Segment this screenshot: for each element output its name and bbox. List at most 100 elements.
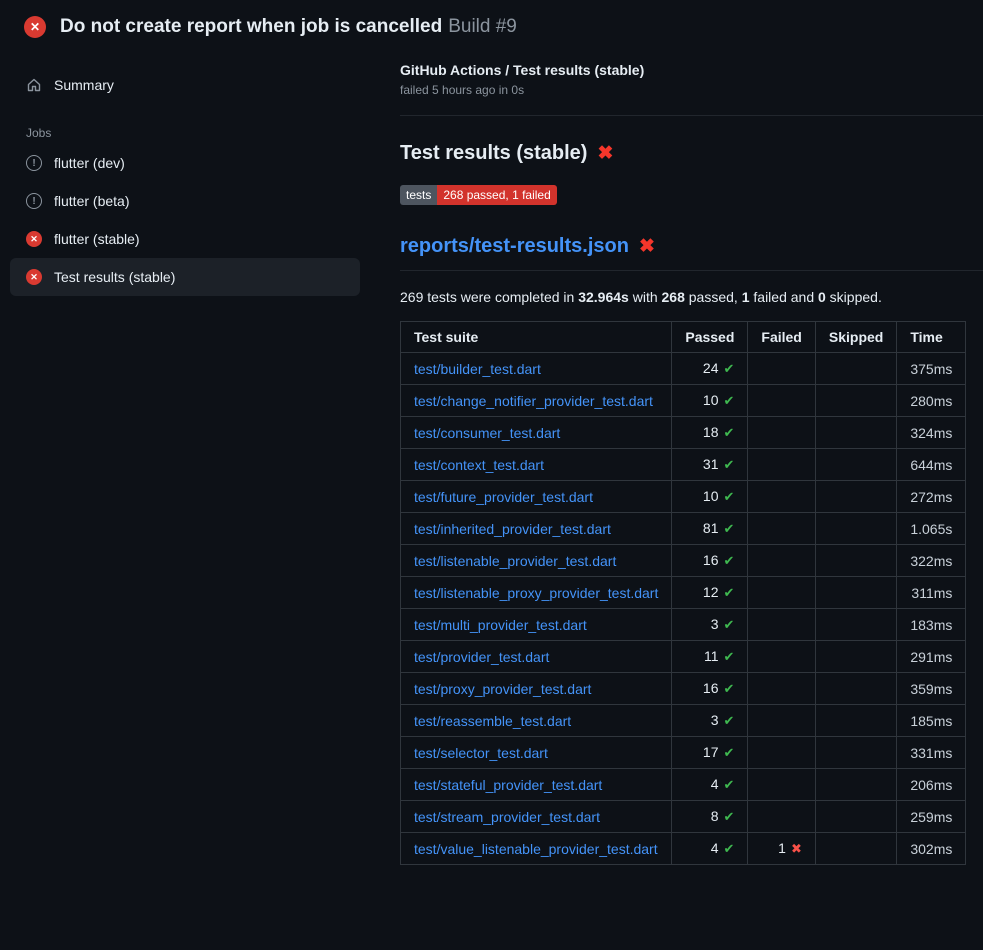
passed-cell: 4✔ (672, 769, 748, 801)
test-suite-link[interactable]: test/value_listenable_provider_test.dart (414, 841, 658, 857)
test-suite-link[interactable]: test/listenable_proxy_provider_test.dart (414, 585, 658, 601)
failed-cell (748, 769, 815, 801)
table-row: test/context_test.dart31✔644ms (401, 449, 966, 481)
page-title: Do not create report when job is cancell… (60, 16, 442, 37)
neutral-status-icon (26, 193, 42, 209)
time-cell: 331ms (897, 737, 966, 769)
test-suite-link[interactable]: test/listenable_provider_test.dart (414, 553, 616, 569)
suite-cell: test/listenable_provider_test.dart (401, 545, 672, 577)
passed-count: 3 (711, 712, 719, 728)
time-cell: 259ms (897, 801, 966, 833)
test-suite-link[interactable]: test/consumer_test.dart (414, 425, 560, 441)
sidebar-item-flutter-dev[interactable]: flutter (dev) (10, 144, 360, 182)
failed-status-icon (26, 231, 42, 247)
main-content: GitHub Actions / Test results (stable) f… (400, 48, 983, 885)
passed-cell: 4✔ (672, 833, 748, 865)
suite-cell: test/proxy_provider_test.dart (401, 673, 672, 705)
passed-cell: 16✔ (672, 545, 748, 577)
test-suite-link[interactable]: test/reassemble_test.dart (414, 713, 571, 729)
check-icon: ✔ (724, 809, 735, 824)
suite-cell: test/builder_test.dart (401, 353, 672, 385)
table-row: test/value_listenable_provider_test.dart… (401, 833, 966, 865)
skipped-cell (815, 833, 896, 865)
test-suite-link[interactable]: test/proxy_provider_test.dart (414, 681, 591, 697)
check-icon: ✔ (724, 361, 735, 376)
check-icon: ✔ (724, 585, 735, 600)
failed-cell: 1✖ (748, 833, 815, 865)
check-icon: ✔ (724, 841, 735, 856)
test-suite-link[interactable]: test/stateful_provider_test.dart (414, 777, 602, 793)
table-row: test/listenable_provider_test.dart16✔322… (401, 545, 966, 577)
summary-skipped-count: 0 (818, 289, 826, 305)
time-cell: 272ms (897, 481, 966, 513)
suite-cell: test/listenable_proxy_provider_test.dart (401, 577, 672, 609)
table-row: test/proxy_provider_test.dart16✔359ms (401, 673, 966, 705)
check-icon: ✔ (724, 681, 735, 696)
check-icon: ✔ (724, 489, 735, 504)
failed-cell (748, 449, 815, 481)
time-cell: 1.065s (897, 513, 966, 545)
layout: Summary Jobs flutter (dev) flutter (beta… (0, 48, 983, 885)
test-suite-link[interactable]: test/future_provider_test.dart (414, 489, 593, 505)
skipped-cell (815, 769, 896, 801)
skipped-cell (815, 577, 896, 609)
report-link[interactable]: reports/test-results.json (400, 235, 629, 258)
failed-cell (748, 385, 815, 417)
passed-count: 4 (711, 840, 719, 856)
test-results-table-body: test/builder_test.dart 24 ✔ 375ms test/chang… (401, 353, 966, 865)
sidebar-item-test-results-stable[interactable]: Test results (stable) (10, 258, 360, 296)
failed-cell (748, 577, 815, 609)
test-suite-link[interactable]: test/multi_provider_test.dart (414, 617, 587, 633)
tests-badge-value: 268 passed, 1 failed (437, 185, 556, 205)
check-icon: ✔ (724, 649, 735, 664)
failed-cell (748, 673, 815, 705)
check-icon: ✔ (724, 713, 735, 728)
skipped-cell (815, 801, 896, 833)
passed-count: 31 (703, 456, 719, 472)
failed-cell (748, 737, 815, 769)
test-suite-link[interactable]: test/change_notifier_provider_test.dart (414, 393, 653, 409)
failed-status-icon (26, 269, 42, 285)
table-row: test/consumer_test.dart18✔324ms (401, 417, 966, 449)
table-header-row: Test suite Passed Failed Skipped Time (401, 322, 966, 353)
table-row: test/selector_test.dart17✔331ms (401, 737, 966, 769)
check-icon: ✔ (724, 777, 735, 792)
time-cell: 280ms (897, 385, 966, 417)
check-icon: ✔ (724, 425, 735, 440)
skipped-cell (815, 513, 896, 545)
header-test-suite: Test suite (401, 322, 672, 353)
time-cell: 644ms (897, 449, 966, 481)
table-row: test/future_provider_test.dart10✔272ms (401, 481, 966, 513)
sidebar-item-flutter-stable[interactable]: flutter (stable) (10, 220, 360, 258)
test-suite-link[interactable]: test/provider_test.dart (414, 649, 549, 665)
test-suite-link[interactable]: test/selector_test.dart (414, 745, 548, 761)
sidebar-item-summary[interactable]: Summary (10, 66, 360, 104)
job-label: Test results (stable) (54, 269, 175, 285)
test-suite-link[interactable]: test/inherited_provider_test.dart (414, 521, 611, 537)
passed-cell: 11✔ (672, 641, 748, 673)
section-title-row: Test results (stable) ✖ (400, 142, 983, 165)
test-suite-link[interactable]: test/builder_test.dart (414, 361, 541, 377)
skipped-cell (815, 705, 896, 737)
table-row: test/provider_test.dart11✔291ms (401, 641, 966, 673)
passed-count: 10 (703, 392, 719, 408)
test-suite-link[interactable]: test/context_test.dart (414, 457, 544, 473)
summary-duration: 32.964s (578, 289, 629, 305)
tests-summary-line: 269 tests were completed in 32.964s with… (400, 289, 983, 305)
time-cell: 375ms (897, 353, 966, 385)
failed-cross-icon: ✖ (639, 237, 655, 256)
failed-cell (748, 705, 815, 737)
section-title: Test results (stable) (400, 142, 587, 165)
test-suite-link[interactable]: test/stream_provider_test.dart (414, 809, 600, 825)
sidebar-item-flutter-beta[interactable]: flutter (beta) (10, 182, 360, 220)
passed-cell: 8✔ (672, 801, 748, 833)
suite-cell: test/selector_test.dart (401, 737, 672, 769)
report-title-row: reports/test-results.json ✖ (400, 235, 983, 271)
failed-cell (748, 353, 815, 385)
failed-cell (748, 513, 815, 545)
time-cell: 206ms (897, 769, 966, 801)
cross-icon: ✖ (791, 841, 802, 856)
passed-count: 24 (703, 360, 719, 376)
skipped-cell (815, 545, 896, 577)
summary-text: with (629, 289, 662, 305)
